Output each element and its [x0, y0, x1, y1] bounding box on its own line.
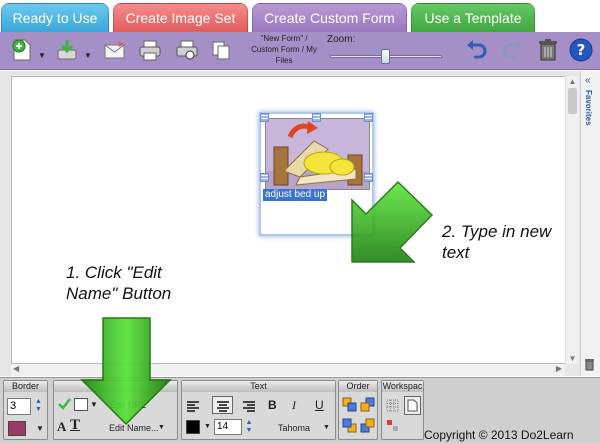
scroll-right-icon[interactable]: ▶ [556, 364, 562, 373]
edit-name-dropdown-icon[interactable]: ▼ [158, 424, 165, 431]
background-color-swatch[interactable] [74, 398, 88, 411]
help-icon[interactable]: ? [568, 37, 594, 63]
align-left-icon[interactable] [186, 399, 200, 417]
align-center-button[interactable] [212, 396, 233, 414]
bold-button[interactable]: B [268, 398, 277, 412]
instruction-type-text: 2. Type in new text [442, 222, 552, 262]
copy-icon[interactable] [208, 37, 234, 63]
horizontal-scrollbar[interactable]: ◀ ▶ [11, 364, 565, 376]
tab-create-custom-form[interactable]: Create Custom Form [252, 3, 407, 32]
italic-button[interactable]: I [292, 398, 296, 413]
border-width-stepper-icon[interactable]: ▲ ▼ [33, 398, 44, 415]
border-width-input[interactable]: 3 [7, 398, 31, 415]
checkmark-icon[interactable] [57, 397, 71, 416]
undo-icon[interactable] [464, 37, 490, 63]
instruction-click-edit-name: 1. Click "Edit Name" Button [66, 263, 172, 303]
trash-icon[interactable] [535, 37, 561, 63]
text-group-label: Text [182, 381, 335, 392]
font-family-dropdown-icon[interactable]: ▼ [323, 424, 330, 431]
vertical-scrollbar[interactable]: ▲ ▼ [565, 76, 579, 364]
edit-url-button[interactable]: Edit URL [110, 400, 146, 410]
image-card[interactable]: adjust bed up [259, 112, 374, 236]
workspace-group-label: Workspac [382, 381, 423, 392]
scroll-left-icon[interactable]: ◀ [13, 364, 19, 373]
image-group: ▼ Edit URL A T Edit Name... ▼ [53, 380, 178, 440]
workspace-group: Workspac [381, 380, 424, 440]
text-color-swatch[interactable] [186, 420, 200, 434]
font-size-stepper-icon[interactable]: ▲ ▼ [244, 419, 254, 435]
vertical-scroll-thumb[interactable] [568, 88, 577, 114]
font-size-input[interactable]: 14 [214, 419, 242, 435]
resize-handle-left[interactable] [260, 173, 269, 182]
scroll-down-icon[interactable]: ▼ [568, 354, 577, 363]
bring-forward-icon[interactable] [360, 397, 375, 417]
text-color-dropdown-icon[interactable]: ▼ [204, 423, 211, 430]
align-right-icon[interactable] [242, 399, 256, 417]
order-group: Order [338, 380, 378, 440]
order-group-label: Order [339, 381, 377, 392]
download-dropdown-icon[interactable]: ▼ [84, 52, 92, 60]
send-backward-icon[interactable] [342, 418, 357, 438]
tab-create-image-set[interactable]: Create Image Set [113, 3, 248, 32]
card-name-field[interactable]: adjust bed up [263, 189, 328, 201]
zoom-slider-thumb[interactable] [381, 49, 390, 64]
svg-text:?: ? [577, 41, 586, 59]
adjust-bed-picture [265, 118, 370, 190]
download-icon[interactable] [54, 37, 80, 63]
breadcrumb: "New Form" / Custom Form / My Files [251, 34, 317, 65]
resize-handle-top[interactable] [312, 113, 321, 122]
send-to-back-icon[interactable] [360, 418, 375, 438]
resize-handle-right[interactable] [364, 173, 373, 182]
print-preview-icon[interactable] [174, 37, 200, 63]
border-color-swatch[interactable] [8, 421, 26, 436]
tab-bar: Ready to Use Create Image Set Create Cus… [0, 0, 600, 32]
page-icon [407, 399, 418, 412]
text-format-icon[interactable]: T [70, 417, 80, 434]
tab-ready-to-use[interactable]: Ready to Use [1, 3, 109, 32]
new-form-icon[interactable] [9, 37, 35, 63]
favorites-trash-icon[interactable] [584, 358, 595, 376]
border-color-dropdown-icon[interactable]: ▼ [36, 424, 44, 433]
align-center-icon [217, 401, 229, 412]
border-group-label: Border [4, 381, 47, 392]
edit-name-button[interactable]: Edit Name... [109, 423, 159, 433]
copyright-text: Copyright © 2013 Do2Learn [424, 428, 574, 442]
border-group: Border 3 ▲ ▼ ▼ [3, 380, 48, 440]
text-group: Text B I U ▼ 14 ▲ ▼ Tahoma ▼ [181, 380, 336, 440]
resize-handle-top-left[interactable] [260, 113, 269, 122]
snap-icon[interactable] [386, 419, 399, 437]
favorites-collapse-icon[interactable]: « [585, 75, 591, 86]
resize-handle-top-right[interactable] [364, 113, 373, 122]
font-family-select[interactable]: Tahoma [278, 423, 310, 433]
print-icon[interactable] [137, 37, 163, 63]
tab-use-a-template[interactable]: Use a Template [411, 3, 535, 32]
underline-button[interactable]: U [315, 398, 324, 412]
favorites-label[interactable]: Favorites [584, 90, 593, 126]
email-icon[interactable] [102, 37, 128, 63]
background-color-dropdown-icon[interactable]: ▼ [90, 400, 98, 409]
bring-to-front-icon[interactable] [342, 397, 357, 417]
redo-icon[interactable] [499, 37, 525, 63]
image-group-label [54, 381, 177, 392]
new-form-dropdown-icon[interactable]: ▼ [38, 52, 46, 60]
font-style-icon[interactable]: A [57, 419, 66, 435]
grid-icon[interactable] [386, 399, 399, 417]
scroll-up-icon[interactable]: ▲ [568, 77, 577, 86]
zoom-label: Zoom: [327, 34, 356, 45]
page-view-button[interactable] [404, 396, 421, 415]
